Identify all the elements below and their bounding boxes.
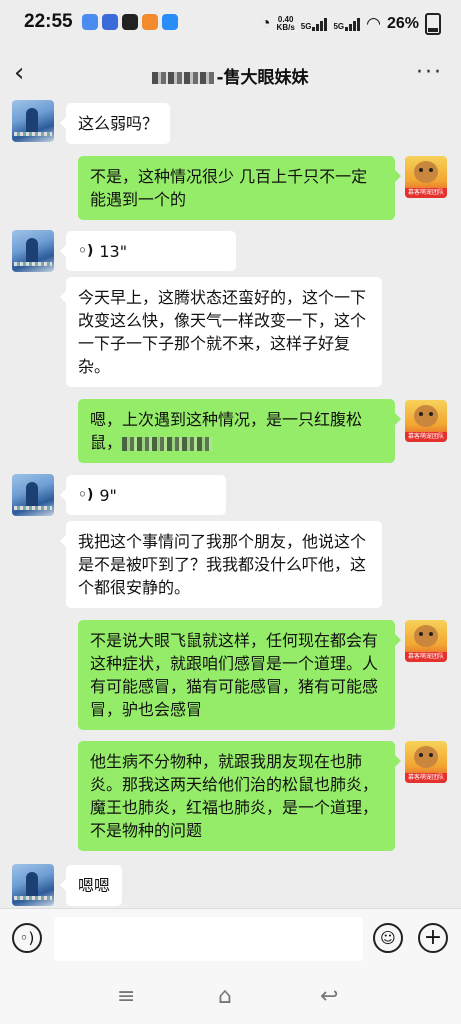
wifi-icon: ◠ xyxy=(366,14,381,33)
message-text: 不是说大眼飞鼠就这样，任何现在都会有这种症状，就跟咱们感冒是一个道理。人有可能感… xyxy=(90,631,379,719)
message-bubble[interactable]: 他生病不分物种，就跟我朋友现在也肺炎。那我这两天给他们治的松鼠也肺炎，魔王也肺炎… xyxy=(78,741,401,851)
emoji-icon[interactable]: ☺ xyxy=(373,923,403,953)
net-speed-unit: KB/s xyxy=(276,23,295,32)
redacted-text xyxy=(122,436,213,451)
message-bubble[interactable]: 不是，这种情况很少 几百上千只不一定能遇到一个的 xyxy=(78,156,401,220)
voice-wave-icon: ◦) xyxy=(78,243,94,259)
message-text: 我把这个事情问了我那个朋友，他说这个是不是被吓到了？我我都没什么吓他，这个都很安… xyxy=(78,532,367,597)
message-text: 嗯嗯 xyxy=(78,876,111,895)
my-avatar[interactable]: 慕客萌宠团队 xyxy=(405,400,447,442)
avatar-tag: 慕客萌宠团队 xyxy=(405,432,447,442)
status-right: ◔ 0.40 KB/s 5G 5G ◠ 26% xyxy=(261,13,441,35)
contact-avatar[interactable] xyxy=(12,230,54,272)
voice-message-bubble[interactable]: ◦) 9" xyxy=(60,475,226,515)
message-bubble[interactable]: 嗯，上次遇到这种情况，是一只红腹松鼠， xyxy=(78,399,401,463)
contact-avatar[interactable] xyxy=(12,474,54,516)
my-avatar[interactable]: 慕客萌宠团队 xyxy=(405,741,447,783)
app-notification-icon xyxy=(142,14,158,30)
app-notification-icon xyxy=(102,14,118,30)
status-time: 22:55 xyxy=(24,11,73,32)
battery-percent: 26% xyxy=(386,15,419,32)
home-icon[interactable]: ⌂ xyxy=(218,984,232,1009)
message-bubble[interactable]: 嗯嗯 xyxy=(59,865,123,906)
message-text: 今天早上，这腾状态还蛮好的，这个一下改变这么快，像天气一样改变一下，这个一下子一… xyxy=(78,288,367,376)
signal-sim2-icon: 5G xyxy=(333,17,361,31)
voice-duration: 9" xyxy=(99,486,117,505)
voice-duration: 13" xyxy=(99,242,128,261)
status-bar: 22:55 ◔ 0.40 KB/s 5G 5G ◠ 26% xyxy=(0,0,461,48)
message-bubble[interactable]: 我把这个事情问了我那个朋友，他说这个是不是被吓到了？我我都没什么吓他，这个都很安… xyxy=(60,521,382,608)
chat-title: -售大眼妹妹 xyxy=(0,63,461,88)
message-text: 不是，这种情况很少 几百上千只不一定能遇到一个的 xyxy=(90,167,368,209)
more-dots-icon[interactable]: ··· xyxy=(416,60,443,85)
my-avatar[interactable]: 慕客萌宠团队 xyxy=(405,620,447,662)
plus-icon[interactable]: + xyxy=(418,923,448,953)
my-avatar[interactable]: 慕客萌宠团队 xyxy=(405,156,447,198)
voice-message-bubble[interactable]: ◦) 13" xyxy=(60,231,236,271)
voice-wave-icon: ◦) xyxy=(78,487,94,503)
menu-icon[interactable]: ≡ xyxy=(117,984,135,1009)
input-bar: ◦) ☺ + xyxy=(0,908,461,971)
system-navigation: ≡ ⌂ ↩ xyxy=(0,970,461,1024)
message-bubble[interactable]: 不是说大眼飞鼠就这样，任何现在都会有这种症状，就跟咱们感冒是一个道理。人有可能感… xyxy=(78,620,401,730)
contact-avatar[interactable] xyxy=(12,100,54,142)
signal-sim1-icon: 5G xyxy=(300,17,328,31)
chat-title-text: -售大眼妹妹 xyxy=(216,68,309,88)
message-bubble[interactable]: 这么弱吗？ xyxy=(59,103,171,144)
notification-icons xyxy=(82,14,178,30)
battery-icon xyxy=(425,13,441,35)
avatar-tag: 慕客萌宠团队 xyxy=(405,652,447,662)
redacted-name xyxy=(152,72,215,84)
sim1-label: 5G xyxy=(300,21,312,31)
message-input[interactable] xyxy=(54,917,363,961)
avatar-tag: 慕客萌宠团队 xyxy=(405,188,447,198)
app-notification-icon xyxy=(162,14,178,30)
chat-header: ‹ -售大眼妹妹 ··· xyxy=(0,48,461,100)
speedometer-icon: ◔ xyxy=(260,15,271,32)
voice-wave-icon[interactable]: ◦) xyxy=(12,923,42,953)
app-notification-icon xyxy=(122,14,138,30)
message-text: 他生病不分物种，就跟我朋友现在也肺炎。那我这两天给他们治的松鼠也肺炎，魔王也肺炎… xyxy=(90,752,379,840)
net-speed: 0.40 KB/s xyxy=(277,16,295,32)
contact-avatar[interactable] xyxy=(12,864,54,906)
avatar-tag: 慕客萌宠团队 xyxy=(405,773,447,783)
message-text: 这么弱吗？ xyxy=(78,114,159,133)
app-notification-icon xyxy=(82,14,98,30)
message-bubble[interactable]: 今天早上，这腾状态还蛮好的，这个一下改变这么快，像天气一样改变一下，这个一下子一… xyxy=(60,277,382,387)
back-icon[interactable]: ↩ xyxy=(320,984,338,1009)
sim2-label: 5G xyxy=(333,21,345,31)
